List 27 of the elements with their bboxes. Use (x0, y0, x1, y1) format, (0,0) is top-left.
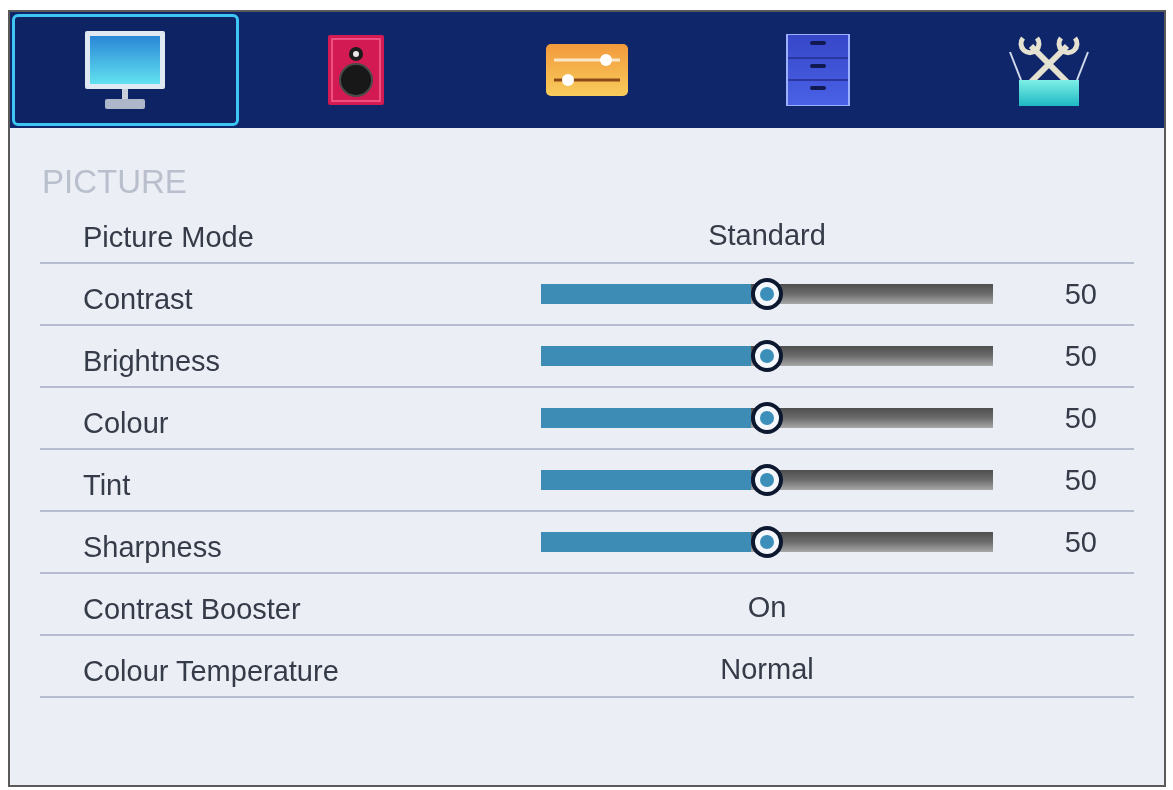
toolbox-icon (1006, 34, 1091, 106)
setting-value: On (747, 590, 787, 625)
slider-thumb[interactable] (751, 340, 783, 372)
setting-value: 50 (1064, 278, 1097, 310)
setting-label: Colour (82, 406, 170, 441)
slider-thumb[interactable] (751, 402, 783, 434)
setting-label: Tint (82, 468, 132, 503)
setting-label: Contrast (82, 282, 194, 317)
menu-tab[interactable] (12, 14, 239, 126)
setting-label: Sharpness (82, 530, 223, 565)
monitor-icon (83, 29, 168, 111)
setting-value: 50 (1064, 340, 1097, 372)
setting-value: 50 (1064, 402, 1097, 434)
setting-label: Contrast Booster (82, 592, 302, 627)
setting-value: Normal (720, 652, 814, 687)
slider-thumb[interactable] (751, 464, 783, 496)
setting-value: Standard (708, 218, 826, 253)
setting-value: 50 (1064, 464, 1097, 496)
speaker-icon (328, 35, 385, 105)
setting-value: 50 (1064, 526, 1097, 558)
slider-thumb[interactable] (751, 278, 783, 310)
sliders-icon (546, 44, 628, 96)
setting-label: Colour Temperature (82, 654, 340, 689)
setting-label: Brightness (82, 344, 221, 379)
setting-label: Picture Mode (82, 220, 255, 255)
drawers-icon (785, 34, 850, 106)
slider-thumb[interactable] (751, 526, 783, 558)
